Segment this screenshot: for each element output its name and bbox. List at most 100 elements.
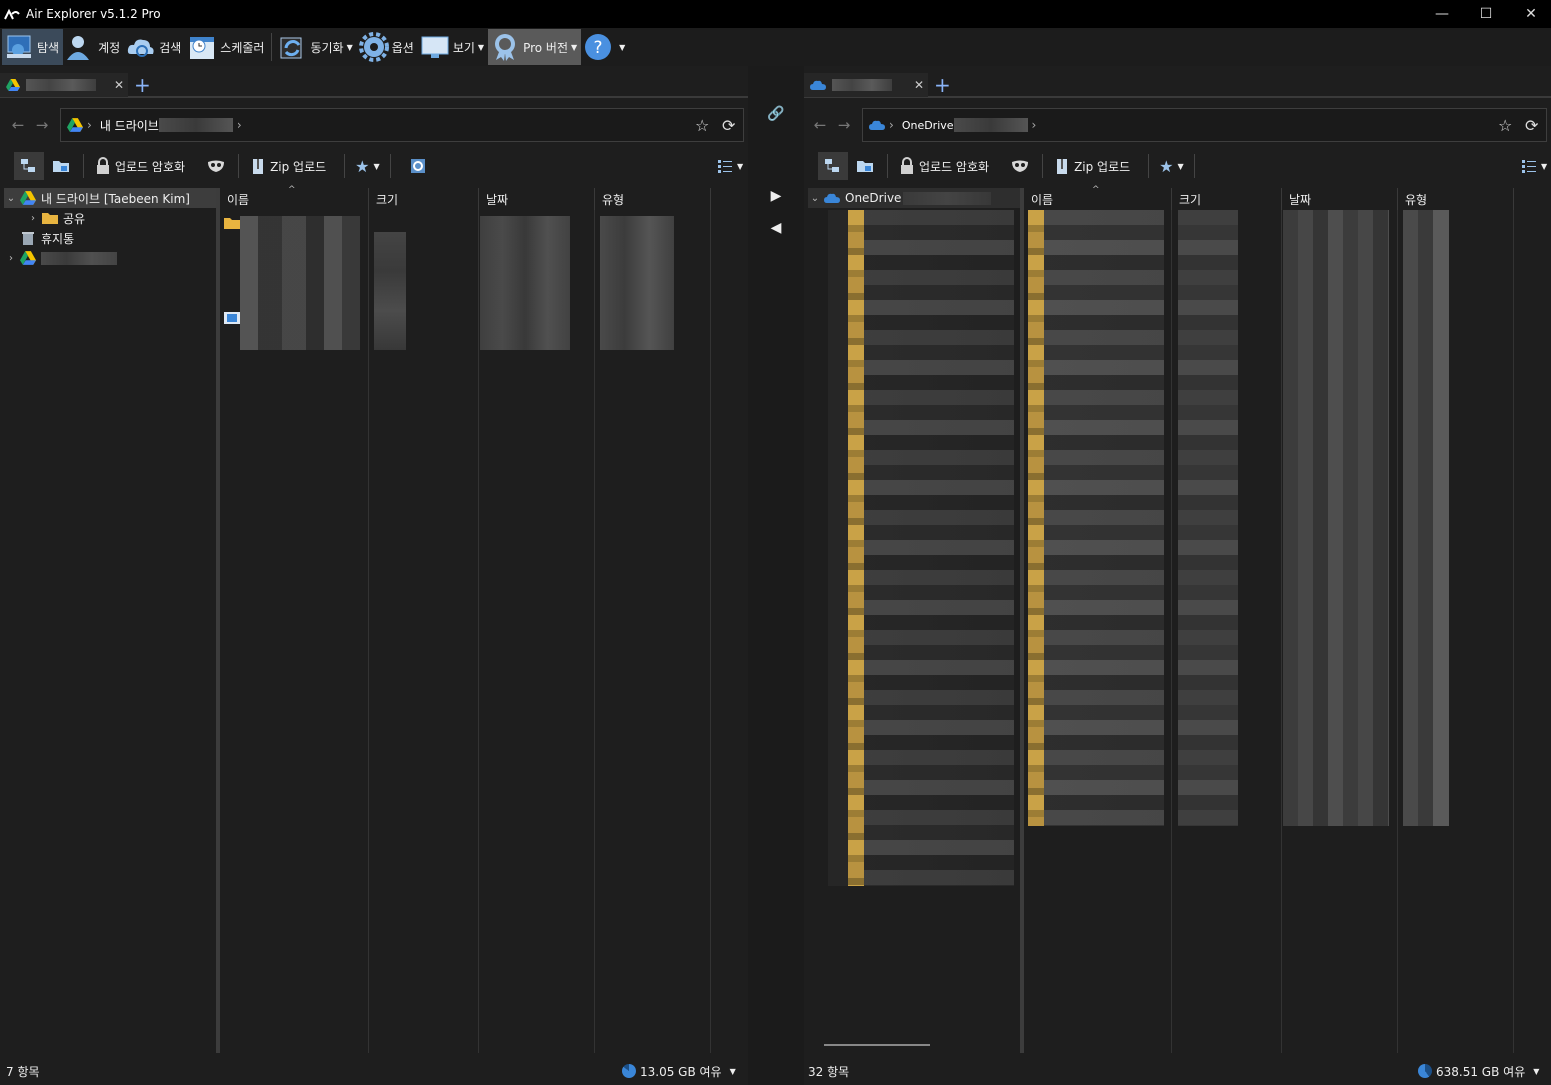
file-sizes-redacted	[1178, 210, 1238, 826]
copy-right-arrow-icon[interactable]: ▶	[748, 188, 804, 204]
tree-item-my-drive[interactable]: ⌄ 내 드라이브 [Taebeen Kim]	[4, 188, 216, 208]
zip-upload-button[interactable]: Zip 업로드	[245, 152, 330, 180]
add-tab-button[interactable]: +	[934, 75, 951, 95]
chevron-down-icon: ▼	[619, 42, 626, 52]
help-button[interactable]: ? ▼	[581, 29, 629, 65]
new-folder-button[interactable]	[48, 152, 77, 180]
back-arrow-icon[interactable]: ←	[808, 116, 832, 134]
lock-icon	[97, 157, 109, 174]
right-status-bar: 32 항목 638.51 GB 여유 ▼	[804, 1057, 1551, 1085]
zip-upload-button[interactable]: Zip 업로드	[1049, 152, 1134, 180]
list-view-icon	[718, 160, 732, 173]
mask-button[interactable]	[203, 152, 232, 180]
mask-button[interactable]	[1007, 152, 1036, 180]
star-outline-icon[interactable]: ☆	[1498, 116, 1512, 135]
options-button[interactable]: 옵션	[357, 29, 418, 65]
cloud-search-icon	[127, 39, 154, 57]
pro-version-button[interactable]: Pro 버전 ▼	[488, 29, 582, 65]
item-count: 32 항목	[808, 1064, 850, 1079]
file-types-redacted	[1403, 210, 1449, 826]
chevron-down-icon: ▼	[373, 161, 380, 171]
mask-icon	[208, 160, 225, 172]
breadcrumb-root[interactable]: OneDrive	[902, 119, 954, 132]
minimize-button[interactable]: —	[1419, 0, 1465, 28]
left-tab-strip: ✕ +	[0, 73, 748, 98]
left-address-bar[interactable]: › 내 드라이브 › ☆ ⟳	[60, 108, 744, 142]
column-size[interactable]: 크기	[369, 188, 479, 210]
list-view-icon	[1522, 160, 1536, 173]
column-label: 크기	[376, 192, 399, 207]
accounts-label: 계정	[98, 40, 121, 55]
explore-label: 탐색	[37, 40, 60, 55]
zip-file-icon	[253, 159, 264, 174]
forward-arrow-icon[interactable]: →	[832, 116, 856, 134]
tree-item-trash[interactable]: 휴지통	[4, 228, 216, 248]
left-tab-google-drive[interactable]: ✕	[0, 73, 128, 97]
encrypt-upload-button[interactable]: 업로드 암호화	[894, 152, 993, 180]
right-tab-onedrive[interactable]: ✕	[804, 73, 928, 97]
maximize-button[interactable]: ☐	[1463, 0, 1509, 28]
sync-icon	[280, 37, 302, 59]
column-date[interactable]: 날짜	[1282, 188, 1398, 210]
explore-icon	[7, 35, 31, 58]
chevron-right-icon[interactable]: ›	[26, 213, 40, 224]
close-tab-icon[interactable]: ✕	[114, 78, 124, 92]
refresh-icon[interactable]: ⟳	[1525, 116, 1538, 135]
left-folder-tree: ⌄ 내 드라이브 [Taebeen Kim] › 공유 휴지통 ›	[4, 188, 220, 1053]
encrypt-upload-button[interactable]: 업로드 암호화	[90, 152, 189, 180]
column-name[interactable]: 이름 ^	[220, 185, 369, 210]
add-tab-button[interactable]: +	[134, 75, 151, 95]
accounts-button[interactable]: 계정	[63, 29, 124, 65]
chevron-down-icon: ▼	[477, 42, 485, 52]
encrypt-upload-label: 업로드 암호화	[919, 159, 990, 174]
column-divider	[594, 210, 595, 1053]
column-size[interactable]: 크기	[1172, 188, 1282, 210]
tree-item-shared[interactable]: › 공유	[4, 208, 216, 228]
column-type[interactable]: 유형	[1398, 188, 1514, 210]
chevron-down-icon: ▼	[737, 161, 744, 171]
new-folder-icon	[53, 161, 69, 172]
tree-view-toggle[interactable]	[818, 152, 848, 180]
tree-item-onedrive[interactable]: ⌄ OneDrive	[808, 188, 1020, 208]
star-outline-icon[interactable]: ☆	[695, 116, 709, 135]
favorites-button[interactable]: ★ ▼	[351, 152, 384, 180]
view-button[interactable]: 보기 ▼	[418, 29, 488, 65]
settings-small-button[interactable]	[405, 152, 434, 180]
left-sub-toolbar: 업로드 암호화 Zip 업로드 ★ ▼ ▼	[0, 150, 748, 182]
toolbar-separator	[83, 154, 84, 178]
google-drive-icon	[20, 251, 36, 265]
view-options-button[interactable]: ▼	[1516, 152, 1551, 180]
new-folder-icon	[857, 161, 873, 172]
favorites-button[interactable]: ★ ▼	[1155, 152, 1188, 180]
scheduler-button[interactable]: 스케줄러	[185, 29, 268, 65]
left-column-header: 이름 ^ 크기 날짜 유형	[220, 185, 748, 210]
breadcrumb-root[interactable]: 내 드라이브	[100, 117, 159, 134]
horizontal-scrollbar[interactable]	[824, 1044, 930, 1046]
explore-button[interactable]: 탐색	[2, 29, 64, 65]
forward-arrow-icon[interactable]: →	[30, 116, 54, 134]
sync-button[interactable]: 동기화 ▼	[275, 29, 356, 65]
view-options-button[interactable]: ▼	[712, 152, 747, 180]
right-address-bar[interactable]: › OneDrive › ☆ ⟳	[862, 108, 1547, 142]
close-tab-icon[interactable]: ✕	[914, 78, 924, 92]
toolbar-separator	[344, 154, 346, 178]
back-arrow-icon[interactable]: ←	[6, 116, 30, 134]
chevron-down-icon: ▼	[346, 42, 353, 52]
column-name[interactable]: 이름 ^	[1024, 185, 1172, 210]
breadcrumb-redacted	[953, 118, 1028, 132]
new-folder-button[interactable]	[852, 152, 881, 180]
chevron-down-icon[interactable]: ⌄	[4, 193, 18, 204]
column-date[interactable]: 날짜	[479, 188, 595, 210]
search-button[interactable]: 검색	[124, 29, 185, 65]
tree-item-drive-redacted[interactable]: ›	[4, 248, 216, 268]
refresh-icon[interactable]: ⟳	[722, 116, 735, 135]
tree-view-toggle[interactable]	[14, 152, 44, 180]
link-icon[interactable]: 🔗	[748, 106, 804, 122]
chevron-down-icon[interactable]: ⌄	[808, 193, 822, 204]
chevron-right-icon[interactable]: ›	[4, 253, 18, 264]
close-button[interactable]: ✕	[1508, 0, 1551, 28]
left-free-space[interactable]: 13.05 GB 여유 ▼	[622, 1063, 736, 1080]
right-free-space[interactable]: 638.51 GB 여유 ▼	[1418, 1063, 1539, 1080]
copy-left-arrow-icon[interactable]: ◀	[748, 220, 804, 236]
column-type[interactable]: 유형	[595, 188, 711, 210]
